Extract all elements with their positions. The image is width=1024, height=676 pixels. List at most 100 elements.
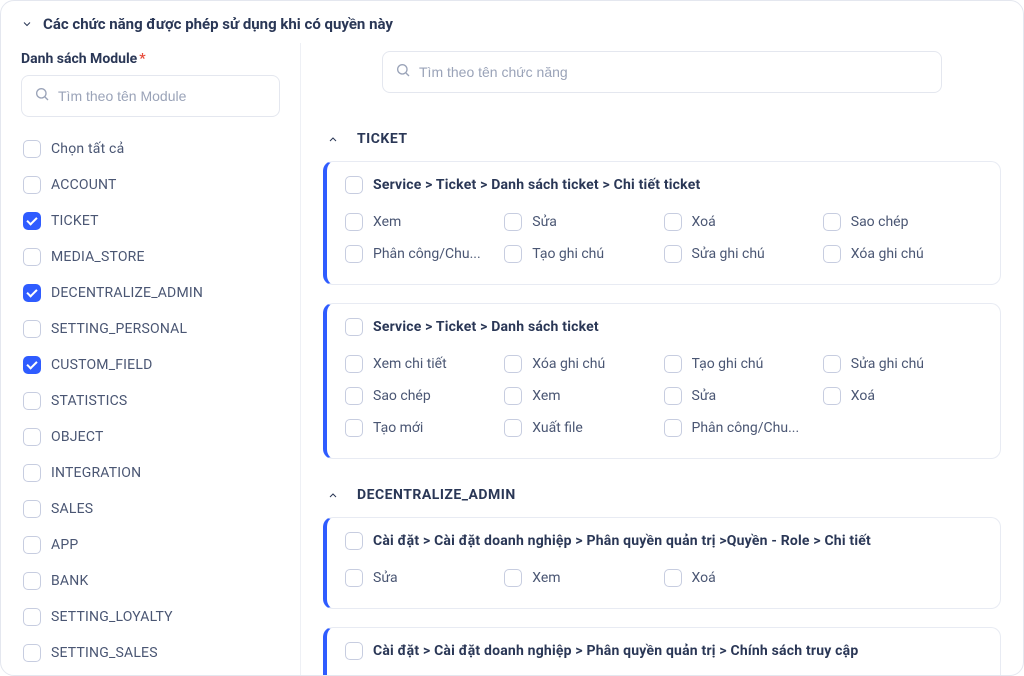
permission-checkbox[interactable] [504,245,522,263]
module-item[interactable]: BANK [21,565,280,597]
permission-item[interactable]: Xuất file [504,412,663,444]
permission-item[interactable]: Tạo ghi chú [664,348,823,380]
permission-item[interactable]: Sửa ghi chú [823,348,982,380]
module-checkbox[interactable] [23,356,41,374]
permission-item[interactable]: Xoá [823,380,982,412]
collapse-panel-icon[interactable] [21,18,33,30]
module-item[interactable]: SETTING_PERSONAL [21,313,280,345]
module-item[interactable]: INTEGRATION [21,457,280,489]
module-label: ACCOUNT [51,177,117,193]
module-item[interactable]: DECENTRALIZE_ADMIN [21,277,280,309]
permission-item[interactable]: Sao chép [345,380,504,412]
permission-checkbox[interactable] [504,569,522,587]
permission-checkbox[interactable] [504,387,522,405]
permission-checkbox[interactable] [823,213,841,231]
module-item[interactable]: APP [21,529,280,561]
module-checkbox[interactable] [23,248,41,266]
module-item[interactable]: STATISTICS [21,385,280,417]
permission-checkbox[interactable] [664,387,682,405]
permission-label: Phân công/Chu... [373,246,481,262]
module-item[interactable]: ACCOUNT [21,169,280,201]
permission-checkbox[interactable] [345,569,363,587]
card-checkbox[interactable] [345,318,363,336]
module-search-input[interactable] [21,75,280,117]
module-checkbox[interactable] [23,572,41,590]
permission-label: Tạo ghi chú [692,356,764,372]
module-item[interactable]: Chọn tất cả [21,133,280,165]
chevron-up-icon[interactable] [327,489,339,501]
module-checkbox[interactable] [23,140,41,158]
permission-checkbox[interactable] [345,245,363,263]
module-item[interactable]: MEDIA_STORE [21,241,280,273]
module-checkbox[interactable] [23,608,41,626]
module-label: INTEGRATION [51,465,141,481]
permission-item[interactable]: Tạo mới [345,412,504,444]
module-checkbox[interactable] [23,644,41,662]
function-search-input[interactable] [382,51,942,93]
card-checkbox[interactable] [345,532,363,550]
card-checkbox[interactable] [345,176,363,194]
module-checkbox[interactable] [23,536,41,554]
permission-item[interactable]: Phân công/Chu... [664,412,823,444]
permission-checkbox[interactable] [345,213,363,231]
permission-item[interactable]: Xoá [664,562,823,594]
permission-item[interactable]: Sửa [504,206,663,238]
permission-item[interactable]: Sao chép [504,672,663,675]
permission-item[interactable]: Sửa [345,562,504,594]
module-item[interactable]: OBJECT [21,421,280,453]
permission-checkbox[interactable] [823,355,841,373]
permission-item[interactable]: Sửa [345,672,504,675]
module-checkbox[interactable] [23,500,41,518]
module-item[interactable]: SETTING_SALES [21,637,280,669]
permission-checkbox[interactable] [664,213,682,231]
module-checkbox[interactable] [23,392,41,410]
permission-item[interactable]: Xem chi tiết [345,348,504,380]
module-item[interactable]: CUSTOM_FIELD [21,349,280,381]
permission-checkbox[interactable] [345,355,363,373]
permission-checkbox[interactable] [345,387,363,405]
permission-checkbox[interactable] [823,387,841,405]
module-item[interactable]: TICKET [21,205,280,237]
permission-label: Sao chép [373,388,431,404]
permission-label: Sửa [532,214,557,230]
permission-item[interactable]: Xem [664,672,823,675]
module-item[interactable]: SETTING_LOYALTY [21,601,280,633]
module-item[interactable]: SOCIAL [21,673,280,675]
permission-item[interactable]: Sửa ghi chú [664,238,823,270]
module-checkbox[interactable] [23,284,41,302]
section-title: DECENTRALIZE_ADMIN [357,487,516,503]
section-header[interactable]: TICKET [323,121,1001,161]
permission-checkbox[interactable] [504,213,522,231]
module-label: MEDIA_STORE [51,249,145,265]
permission-label: Sửa ghi chú [851,356,924,372]
permission-item[interactable]: Sao chép [823,206,982,238]
module-checkbox[interactable] [23,428,41,446]
module-item[interactable]: SALES [21,493,280,525]
permission-item[interactable]: Tạo ghi chú [504,238,663,270]
module-checkbox[interactable] [23,176,41,194]
permission-checkbox[interactable] [823,245,841,263]
permission-item[interactable]: Tạo mới [823,672,982,675]
permission-item[interactable]: Xem [504,562,663,594]
permission-item[interactable]: Sửa [664,380,823,412]
card-path: Cài đặt > Cài đặt doanh nghiệp > Phân qu… [373,643,858,659]
permission-checkbox[interactable] [345,419,363,437]
permission-checkbox[interactable] [664,245,682,263]
permission-checkbox[interactable] [664,355,682,373]
section-header[interactable]: DECENTRALIZE_ADMIN [323,477,1001,517]
permission-checkbox[interactable] [664,419,682,437]
module-checkbox[interactable] [23,320,41,338]
permission-checkbox[interactable] [504,355,522,373]
module-checkbox[interactable] [23,464,41,482]
permission-item[interactable]: Xóa ghi chú [504,348,663,380]
card-checkbox[interactable] [345,642,363,660]
permission-item[interactable]: Xoá [664,206,823,238]
permission-checkbox[interactable] [504,419,522,437]
module-checkbox[interactable] [23,212,41,230]
permission-item[interactable]: Phân công/Chu... [345,238,504,270]
permission-item[interactable]: Xóa ghi chú [823,238,982,270]
permission-item[interactable]: Xem [345,206,504,238]
permission-item[interactable]: Xem [504,380,663,412]
permission-checkbox[interactable] [664,569,682,587]
chevron-up-icon[interactable] [327,133,339,145]
